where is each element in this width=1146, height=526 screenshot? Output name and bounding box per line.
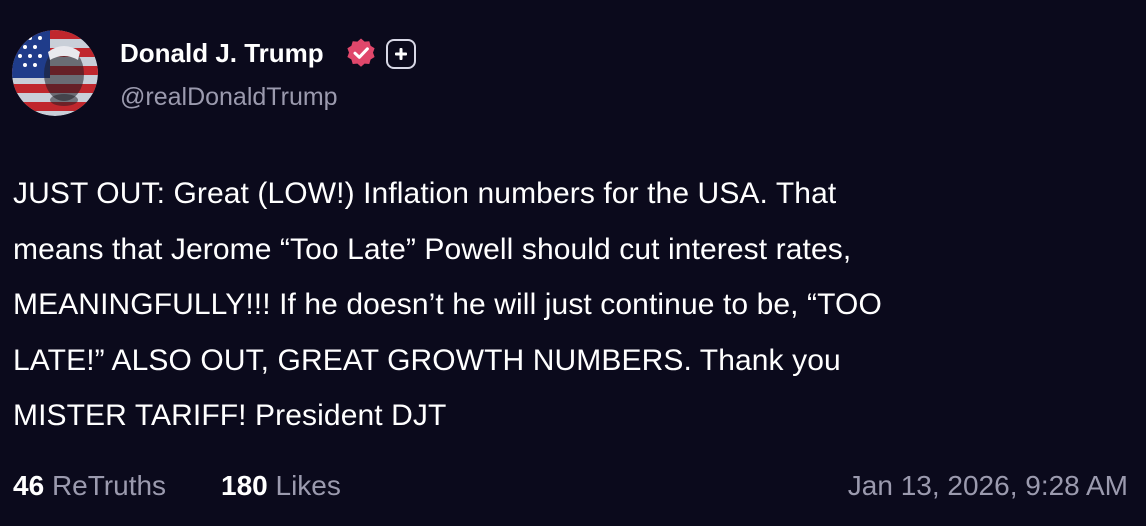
author-name[interactable]: Donald J. Trump [120, 36, 324, 70]
post-footer: 46 ReTruths 180 Likes Jan 13, 2026, 9:28… [13, 466, 1128, 506]
retruths-count: 46 [13, 470, 45, 501]
avatar[interactable] [12, 30, 98, 116]
likes-count: 180 [221, 470, 268, 501]
likes-stat[interactable]: 180 Likes [221, 466, 341, 506]
truth-post: Donald J. Trump @realDonaldTrump JUST OU… [0, 0, 1146, 526]
post-text-line: JUST OUT: Great (LOW!) Inflation numbers… [13, 177, 837, 210]
post-text: JUST OUT: Great (LOW!) Inflation numbers… [13, 166, 1123, 444]
post-text-line: MEANINGFULLY!!! If he doesn’t he will ju… [13, 288, 882, 321]
plus-icon [395, 48, 407, 60]
author-handle[interactable]: @realDonaldTrump [120, 80, 338, 114]
post-text-line: means that Jerome “Too Late” Powell shou… [13, 232, 852, 266]
likes-label: Likes [275, 470, 341, 501]
post-text-line: LATE!” ALSO OUT, GREAT GROWTH NUMBERS. T… [13, 343, 841, 377]
verified-badge-icon [347, 38, 375, 67]
post-text-line: MISTER TARIFF! President DJT [13, 399, 447, 432]
retruths-stat[interactable]: 46 ReTruths [13, 466, 166, 506]
post-timestamp[interactable]: Jan 13, 2026, 9:28 AM [848, 466, 1128, 506]
plus-badge-icon[interactable] [386, 39, 416, 69]
retruths-label: ReTruths [51, 470, 167, 501]
